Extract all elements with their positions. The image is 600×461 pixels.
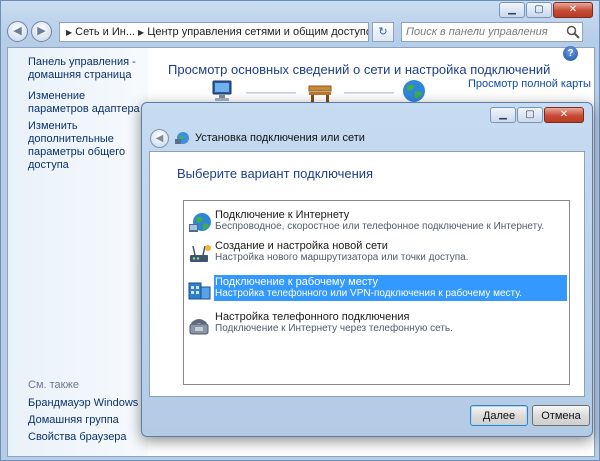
help-icon[interactable]: ?	[563, 46, 578, 61]
dialog-heading: Выберите вариант подключения	[177, 166, 374, 181]
dialog-maximize-button[interactable]: ▢	[517, 107, 543, 123]
main-minimize-button[interactable]: ▁	[499, 2, 525, 18]
option-workplace-connection[interactable]: Подключение к рабочему месту Настройка т…	[187, 275, 567, 305]
cancel-button[interactable]: Отмена	[532, 405, 590, 426]
next-button[interactable]: Далее	[470, 405, 528, 426]
option-description: Настройка нового маршрутизатора или точк…	[215, 252, 469, 263]
option-text: Подключение к рабочему месту Настройка т…	[214, 275, 567, 301]
dialog-body: Выберите вариант подключения Подключение…	[149, 151, 585, 397]
refresh-button[interactable]: ↻	[372, 22, 394, 42]
address-bar[interactable]: ▶ Сеть и Ин... ▶ Центр управления сетями…	[59, 22, 369, 42]
forward-button[interactable]: ▶	[31, 21, 52, 42]
sidebar: Панель управления - домашняя страница Из…	[8, 48, 148, 456]
bench-network-icon	[308, 85, 332, 102]
main-maximize-button[interactable]: ▢	[526, 2, 552, 18]
dialog-title: Установка подключения или сети	[195, 132, 365, 144]
option-new-network[interactable]: Создание и настройка новой сети Настройк…	[187, 239, 567, 269]
map-connection-line	[344, 92, 394, 94]
router-icon	[190, 245, 211, 262]
back-button[interactable]: ◀	[7, 21, 28, 42]
option-text: Создание и настройка новой сети Настройк…	[214, 239, 567, 265]
connection-options-list: Подключение к Интернету Беспроводное, ск…	[183, 200, 570, 385]
dialog-caption-buttons: ▁ ▢ ✕	[490, 107, 584, 123]
dialog-back-button[interactable]: ◀	[150, 129, 169, 148]
option-title: Подключение к Интернету	[215, 209, 350, 221]
option-description: Подключение к Интернету через телефонную…	[215, 323, 453, 334]
dialog-close-button[interactable]: ✕	[544, 107, 584, 123]
sidebar-link-homegroup[interactable]: Домашняя группа	[28, 414, 148, 427]
dialog-minimize-button[interactable]: ▁	[490, 107, 516, 123]
option-text: Подключение к Интернету Беспроводное, ск…	[214, 208, 567, 234]
option-internet-connection[interactable]: Подключение к Интернету Беспроводное, ск…	[187, 208, 567, 238]
network-setup-icon	[175, 132, 189, 144]
sidebar-link-firewall[interactable]: Брандмауэр Windows	[28, 397, 148, 410]
globe-icon	[189, 213, 211, 232]
sidebar-link-home[interactable]: Панель управления - домашняя страница	[28, 56, 148, 82]
internet-globe-icon	[403, 80, 425, 102]
sidebar-link-sharing-settings[interactable]: Изменить дополнительные параметры общего…	[28, 120, 148, 172]
option-description: Беспроводное, скоростное или телефонное …	[215, 221, 545, 232]
computer-icon	[212, 80, 232, 101]
see-also-label: См. также	[28, 379, 79, 391]
option-dialup-connection[interactable]: Настройка телефонного подключения Подклю…	[187, 310, 567, 340]
main-caption-buttons: ▁ ▢ ✕	[499, 2, 593, 18]
dialog-header: ◀ Установка подключения или сети	[150, 129, 450, 149]
option-title: Настройка телефонного подключения	[215, 311, 410, 323]
search-icon[interactable]	[566, 25, 580, 39]
workplace-icon	[188, 282, 211, 300]
option-title: Подключение к рабочему месту	[215, 276, 379, 288]
option-text: Настройка телефонного подключения Подклю…	[214, 310, 567, 336]
breadcrumb-network-center[interactable]: Центр управления сетями и общим доступом	[147, 26, 368, 38]
breadcrumb-separator-icon: ▶	[138, 27, 145, 37]
breadcrumb-separator-icon: ▶	[66, 27, 73, 37]
main-close-button[interactable]: ✕	[553, 2, 593, 18]
page-title: Просмотр основных сведений о сети и наст…	[168, 62, 551, 77]
navigation-bar: ◀ ▶ ▶ Сеть и Ин... ▶ Центр управления се…	[7, 20, 597, 46]
full-map-link[interactable]: Просмотр полной карты	[468, 78, 591, 90]
dialog-footer: Далее Отмена	[142, 399, 592, 437]
option-title: Создание и настройка новой сети	[215, 240, 388, 252]
map-connection-line	[246, 92, 296, 94]
connection-setup-dialog: ▁ ▢ ✕ ◀ Установка подключения или сети В…	[141, 102, 593, 437]
option-description: Настройка телефонного или VPN-подключени…	[215, 288, 522, 299]
sidebar-link-browser-properties[interactable]: Свойства браузера	[28, 431, 148, 444]
breadcrumb-network[interactable]: Сеть и Ин...	[75, 26, 135, 38]
search-input[interactable]	[401, 22, 583, 42]
sidebar-link-adapter-settings[interactable]: Изменение параметров адаптера	[28, 90, 148, 116]
phone-icon	[189, 319, 209, 335]
